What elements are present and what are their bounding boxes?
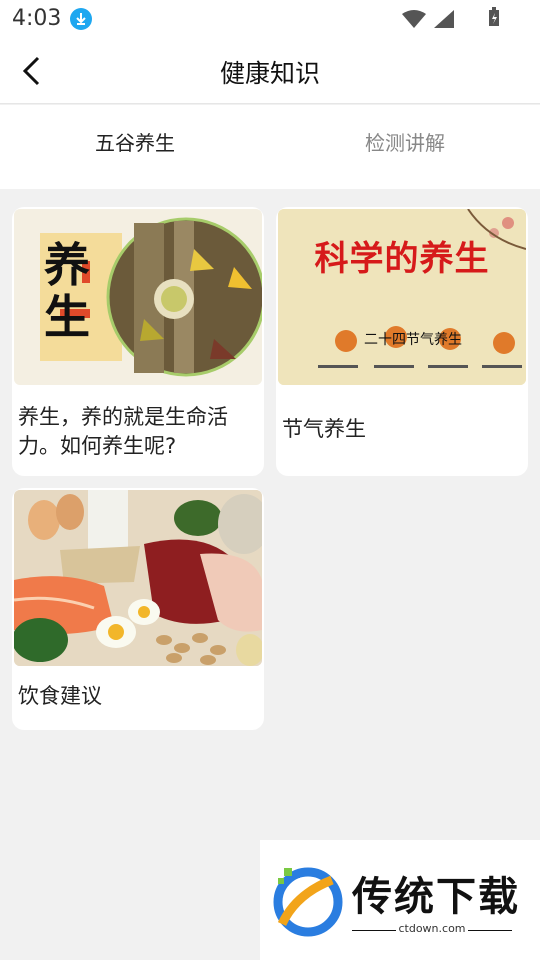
- battery-icon: [489, 7, 499, 26]
- article-title: 饮食建议: [18, 684, 102, 708]
- tab-bar: 五谷养生 检测讲解: [0, 105, 540, 189]
- thumbnail-seal-text: 养生: [44, 238, 90, 344]
- status-time: 4:03: [12, 6, 62, 31]
- tab-wugu-yangsheng[interactable]: 五谷养生: [0, 127, 270, 156]
- page-title: 健康知识: [219, 59, 320, 88]
- article-title: 节气养生: [282, 417, 366, 441]
- article-card[interactable]: 养生 养生，养的就是生命活力。如何养生呢?: [12, 207, 264, 476]
- status-bar: 4:03: [0, 0, 540, 38]
- article-card[interactable]: 饮食建议: [12, 488, 264, 730]
- thumbnail-subtitle: 二十四节气养生: [364, 332, 462, 348]
- wifi-icon: [402, 10, 426, 28]
- article-card[interactable]: 科学的养生 二十四节气养生 节气养生: [276, 207, 528, 476]
- watermark-brand: 传统下载: [352, 874, 520, 920]
- app-bar: 健康知识: [0, 38, 540, 104]
- article-thumbnail: [14, 490, 262, 666]
- signal-icon: [434, 10, 454, 28]
- article-thumbnail: 养生: [14, 209, 262, 385]
- thumbnail-headline: 科学的养生: [314, 239, 490, 279]
- ctdown-logo-icon: [273, 867, 343, 937]
- article-title: 养生，养的就是生命活力。如何养生呢?: [18, 405, 228, 458]
- watermark: 传统下载 ctdown.com: [260, 840, 540, 960]
- tab-jiance-jiangjie[interactable]: 检测讲解: [270, 127, 540, 156]
- watermark-domain: ctdown.com: [398, 922, 466, 935]
- download-icon: [70, 8, 92, 30]
- divider: [468, 930, 512, 931]
- article-thumbnail: 科学的养生 二十四节气养生: [278, 209, 526, 385]
